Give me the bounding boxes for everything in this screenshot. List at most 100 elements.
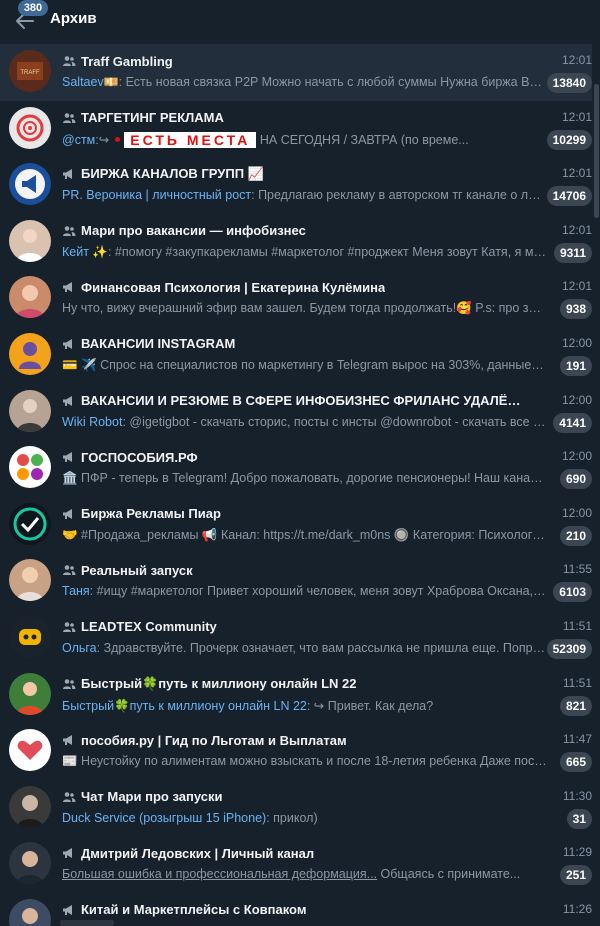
chat-row[interactable]: LEADTEX Community 11:51 Ольга: Здравствуйт… [0,610,592,667]
channel-icon [62,451,76,463]
channel-icon [62,168,76,180]
unread-count-badge: 251 [559,865,592,886]
chat-row[interactable]: ТАРГЕТИНГ РЕКЛАМА 12:01 @стм:↪ ЕСТЬ МЕСТА Н… [0,101,592,158]
chat-preview: 💳 ✈️ Спрос на специалистов по маркетингу… [62,358,547,376]
unread-count-badge: 665 [559,752,592,773]
avatar: TRAFF [9,50,51,92]
chat-sender: @стм [62,132,96,147]
chat-title-line: ВАКАНСИИ INSTAGRAM [62,335,522,353]
avatar [9,672,51,715]
unread-count-badge: 690 [559,469,592,490]
chat-list: TRAFF Traff Gambling 12:01 Saltaev💴: Есть н… [0,44,592,926]
avatar [9,898,51,926]
chat-time: 11:30 [562,788,592,803]
chat-preview: Ну что, вижу вчерашний эфир вам зашел. Б… [62,301,547,319]
chat-row[interactable]: Реальный запуск 11:55 Таня: #ищу #маркетол… [0,553,592,610]
chat-time: 12:00 [561,392,592,407]
chat-time: 12:01 [561,53,592,67]
chat-row[interactable]: ВАКАНСИИ INSTAGRAM 12:00 💳 ✈️ Спрос на спе… [0,327,592,384]
chat-time: 11:51 [562,618,592,633]
chat-preview: Ольга: Здравствуйте. Прочерк означает, ч… [62,641,547,659]
chat-row[interactable]: ВАКАНСИИ И РЕЗЮМЕ В СФЕРЕ ИНФОБИЗНЕС ФРИ… [0,384,592,441]
chat-title: Чат Мари про запуски [81,789,223,805]
chat-preview: Wiki Robot: @igetigbot - скачать сторис,… [62,415,547,433]
channel-icon [62,508,76,520]
avatar [9,389,51,432]
preview-text: : прикол) [266,810,318,825]
chat-title-line: Чат Мари про запуски [62,788,522,806]
chat-sender: Duck Service (розыгрыш 15 iPhone) [62,810,267,825]
chat-title-line: Китай и Маркетплейсы с Ковпаком [62,901,522,919]
chat-title-line: LEADTEX Community [62,618,522,636]
preview-text: 🏛️ ПФР - теперь в Telegram! Добро пожало… [62,471,547,486]
chat-sender: Таня [62,584,90,599]
preview-text: 📰 Неустойку по алиментам можно взыскать … [62,754,547,769]
unread-count-badge: 6103 [553,582,592,603]
chat-preview: Быстрый🍀путь к миллиону онлайн LN 22: ↪ … [62,698,547,716]
chat-row[interactable]: Финансовая Психология | Екатерина Кулёми… [0,270,592,327]
chat-row[interactable]: Чат Мари про запуски 11:30 Duck Service (р… [0,780,592,837]
chat-row[interactable]: ГОСПОСОБИЯ.РФ 12:00 🏛️ ПФР - теперь в Tele… [0,440,592,497]
chat-row[interactable]: БИРЖА КАНАЛОВ ГРУПП 📈 12:01 PR. Вероника |… [0,157,592,214]
group-icon [62,225,76,237]
chat-preview: Таня: #ищу #маркетолог Привет хороший че… [62,584,547,602]
chat-title: ВАКАНСИИ INSTAGRAM [81,336,236,352]
chat-preview: Saltaev💴: Есть новая связка P2P Можно на… [62,75,547,93]
chat-title: Быстрый🍀путь к миллиону онлайн LN 22 [81,675,357,691]
chat-row[interactable]: Биржа Рекламы Пиар 12:00 🤝 #Продажа_реклам… [0,497,592,554]
preview-text: : Здравствуйте. Прочерк означает, что ва… [96,640,547,655]
unread-count-badge: 31 [566,808,592,829]
chat-time: 11:29 [562,845,592,860]
chat-row[interactable]: Мари про вакансии — инфобизнес 12:01 Кейт … [0,214,592,271]
chat-title: ГОСПОСОБИЯ.РФ [81,449,198,465]
channel-icon [62,395,76,407]
header: 380 Архив [0,0,600,40]
chat-title: пособия.ру | Гид по Льготам и Выплатам [81,732,347,748]
chat-row[interactable]: TRAFF Traff Gambling 12:01 Saltaev💴: Есть н… [0,44,592,101]
preview-text: : ↪ Привет. Как дела? [306,698,434,713]
chat-preview: Duck Service (розыгрыш 15 iPhone): прико… [62,811,547,829]
channel-icon [62,734,76,746]
unread-count-badge: 191 [559,355,592,376]
chat-time: 12:00 [561,335,592,350]
sender-emoji: 💴 [103,75,119,89]
preview-text: : Есть новая связка P2P Можно начать с л… [118,75,547,89]
chat-time: 11:26 [562,901,592,916]
group-icon [62,564,76,576]
unread-count-badge: 821 [559,695,592,716]
chat-title-line: пособия.ру | Гид по Льготам и Выплатам [62,731,522,749]
group-icon [62,112,76,124]
chat-time: 12:00 [561,505,592,520]
unread-count-badge: 10299 [546,129,592,150]
group-icon [62,791,76,803]
chat-row[interactable]: Быстрый🍀путь к миллиону онлайн LN 22 11:5… [0,667,592,724]
avatar [9,446,51,489]
unread-count-badge: 4141 [553,412,592,433]
page-title: Архив [50,10,97,27]
scrollbar-thumb[interactable] [594,84,599,218]
unread-count-badge: 52309 [546,638,592,659]
preview-text: : #помогу #закупкарекламы #маркетолог #п… [107,244,547,259]
chat-title: Мари про вакансии — инфобизнес [81,223,306,239]
chat-time: 11:47 [562,732,592,747]
chat-title-line: Финансовая Психология | Екатерина Кулёми… [62,278,522,296]
chat-title: Китай и Маркетплейсы с Ковпаком [81,902,307,918]
preview-text: : @igetigbot - скачать сторис, посты с и… [122,414,547,429]
scrollbar-track[interactable] [592,40,600,926]
chat-sender: Wiki Robot [62,414,123,429]
group-icon [62,678,76,690]
chat-title: Финансовая Психология | Екатерина Кулёми… [81,279,386,295]
chat-row[interactable]: Дмитрий Ледовских | Личный канал 11:29 Бол… [0,836,592,893]
avatar [9,842,51,885]
preview-text: : Предлагаю рекламу в авторском тг канал… [251,188,547,203]
avatar [9,219,51,262]
chat-row[interactable]: пособия.ру | Гид по Льготам и Выплатам 11… [0,723,592,780]
preview-text: Ну что, вижу вчерашний эфир вам зашел. Б… [62,301,547,316]
chat-preview: Кейт ✨: #помогу #закупкарекламы #маркето… [62,245,547,263]
preview-text: Общаясь с принимате... [377,867,521,882]
chat-time: 11:55 [562,562,592,577]
chat-time: 12:01 [561,109,592,124]
chat-time: 12:01 [561,279,592,294]
chat-sender: Saltaev [62,75,104,89]
chat-title: Traff Gambling [81,53,173,69]
